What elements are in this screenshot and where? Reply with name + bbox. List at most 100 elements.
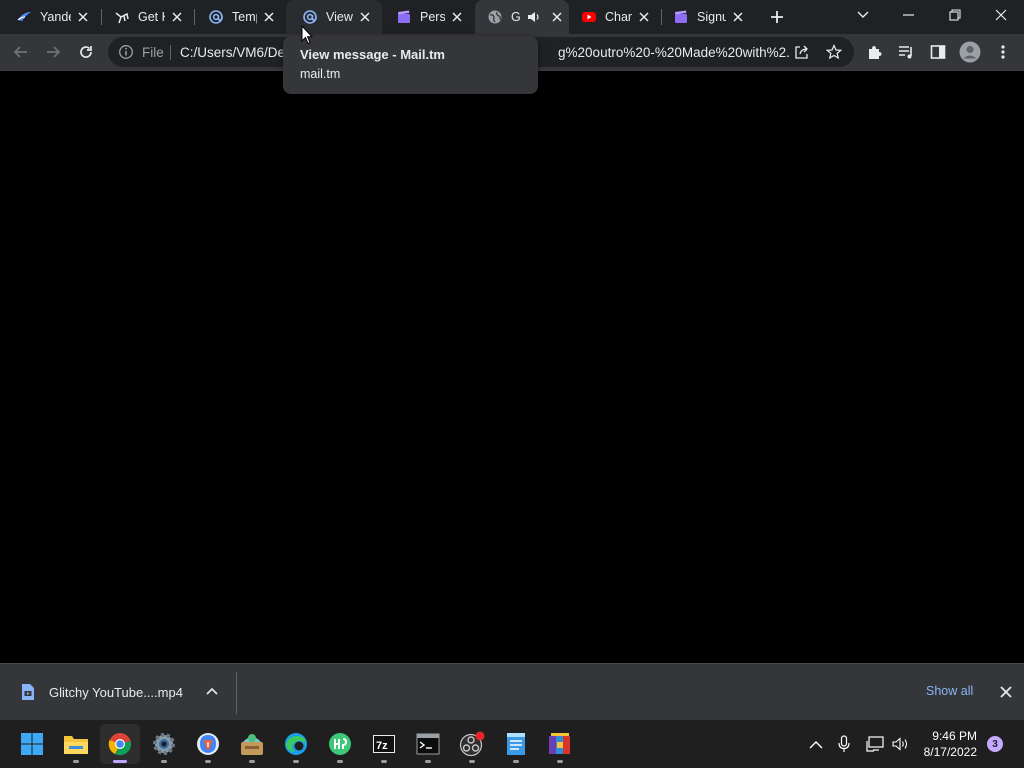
close-icon[interactable]: [636, 9, 652, 25]
avatar-icon: [959, 41, 981, 63]
running-indicator: [513, 760, 519, 763]
tab-title: G: [511, 10, 521, 24]
settings-icon[interactable]: [144, 724, 184, 764]
bird-icon: [114, 9, 130, 25]
download-bar: Glitchy YouTube....mp4 Show all: [0, 663, 1024, 720]
tab-perso[interactable]: Perso: [380, 0, 474, 34]
globe-icon: [487, 9, 503, 25]
tab-g-active[interactable]: G: [475, 0, 569, 34]
profile-button[interactable]: [956, 38, 984, 66]
windows-start-icon[interactable]: [12, 724, 52, 764]
yandex-icon: [16, 9, 32, 25]
reload-icon: [80, 46, 92, 58]
running-indicator: [293, 760, 299, 763]
close-window-button[interactable]: [978, 0, 1024, 30]
running-indicator: [337, 760, 343, 763]
at-sign-icon: [302, 9, 318, 25]
side-panel-button[interactable]: [924, 38, 952, 66]
forward-button[interactable]: [39, 38, 67, 66]
running-indicator: [73, 760, 79, 763]
media-control-button[interactable]: [892, 38, 920, 66]
close-icon[interactable]: [261, 9, 277, 25]
file-icon: [22, 684, 34, 700]
tab-signu[interactable]: Signu: [657, 0, 755, 34]
running-indicator: [425, 760, 431, 763]
network-icon[interactable]: [864, 720, 886, 768]
chevron-up-icon[interactable]: [204, 684, 220, 700]
scheme-label: File: [142, 45, 164, 60]
obs-icon[interactable]: [452, 724, 492, 764]
close-icon[interactable]: [169, 9, 185, 25]
tab-title: Perso: [420, 10, 445, 24]
reload-button[interactable]: [72, 38, 100, 66]
close-icon[interactable]: [549, 9, 565, 25]
tab-title: Get K: [138, 10, 165, 24]
notification-count-badge[interactable]: 3: [987, 736, 1003, 752]
info-icon[interactable]: [118, 44, 134, 60]
running-indicator: [113, 760, 127, 763]
green-app-icon[interactable]: [320, 724, 360, 764]
youtube-icon: [581, 9, 597, 25]
restore-button[interactable]: [932, 0, 978, 30]
kebab-menu-icon: [1001, 45, 1005, 59]
clapper-icon: [673, 9, 689, 25]
new-tab-button[interactable]: [767, 7, 787, 27]
show-hidden-icons-button[interactable]: [805, 720, 827, 768]
chevron-down-icon: [857, 11, 869, 18]
tab-title: View: [326, 10, 353, 24]
puzzle-icon: [869, 46, 882, 59]
menu-button[interactable]: [989, 38, 1017, 66]
speaker-icon[interactable]: [527, 10, 541, 24]
notepad-icon[interactable]: [496, 724, 536, 764]
running-indicator: [381, 760, 387, 763]
close-icon[interactable]: [998, 684, 1014, 700]
url-end: g%20outro%20-%20Made%20with%2...: [558, 45, 790, 60]
back-button[interactable]: [7, 38, 35, 66]
svg-text:7z: 7z: [376, 740, 388, 752]
tab-title: Temp: [232, 10, 257, 24]
game-icon[interactable]: [232, 724, 272, 764]
volume-icon[interactable]: [890, 720, 912, 768]
taskbar: 7z 9:46 PM 8/17/2022: [0, 720, 1024, 768]
running-indicator: [249, 760, 255, 763]
page-content-video[interactable]: [0, 71, 1024, 663]
show-all-link[interactable]: Show all: [926, 684, 973, 698]
minimize-button[interactable]: [886, 0, 932, 30]
music-queue-icon: [899, 46, 912, 59]
running-indicator: [161, 760, 167, 763]
extensions-button[interactable]: [860, 38, 888, 66]
tab-get-k[interactable]: Get K: [98, 0, 194, 34]
7zip-icon[interactable]: 7z: [364, 724, 404, 764]
chrome-icon[interactable]: [100, 724, 140, 764]
close-icon[interactable]: [730, 9, 746, 25]
winrar-icon[interactable]: [540, 724, 580, 764]
arrow-left-icon: [13, 46, 27, 58]
download-item[interactable]: Glitchy YouTube....mp4: [0, 664, 236, 720]
clock-time: 9:46 PM: [932, 729, 977, 743]
share-icon[interactable]: [794, 44, 810, 60]
terminal-icon[interactable]: [408, 724, 448, 764]
plus-icon: [771, 11, 783, 23]
restore-icon: [949, 9, 961, 21]
url-start: C:/Users/VM6/De: [180, 45, 286, 60]
microphone-icon[interactable]: [834, 720, 854, 768]
download-file-name: Glitchy YouTube....mp4: [49, 685, 183, 700]
tab-temp[interactable]: Temp: [192, 0, 286, 34]
close-icon[interactable]: [449, 9, 465, 25]
clapper-icon: [396, 9, 412, 25]
edge-icon[interactable]: [276, 724, 316, 764]
tab-title: Signu: [697, 10, 726, 24]
tooltip-title: View message - Mail.tm: [300, 47, 445, 62]
tab-yandex[interactable]: Yande: [0, 0, 100, 34]
brave-icon[interactable]: [188, 724, 228, 764]
arrow-right-icon: [47, 46, 61, 58]
close-icon[interactable]: [75, 9, 91, 25]
close-icon[interactable]: [357, 9, 373, 25]
tab-chan[interactable]: Chan: [565, 0, 661, 34]
tab-title: Yande: [40, 10, 71, 24]
mouse-cursor-icon: [301, 24, 314, 45]
tab-search-button[interactable]: [840, 0, 886, 30]
side-panel-icon: [930, 45, 946, 59]
star-icon[interactable]: [825, 44, 843, 60]
file-explorer-icon[interactable]: [56, 724, 96, 764]
